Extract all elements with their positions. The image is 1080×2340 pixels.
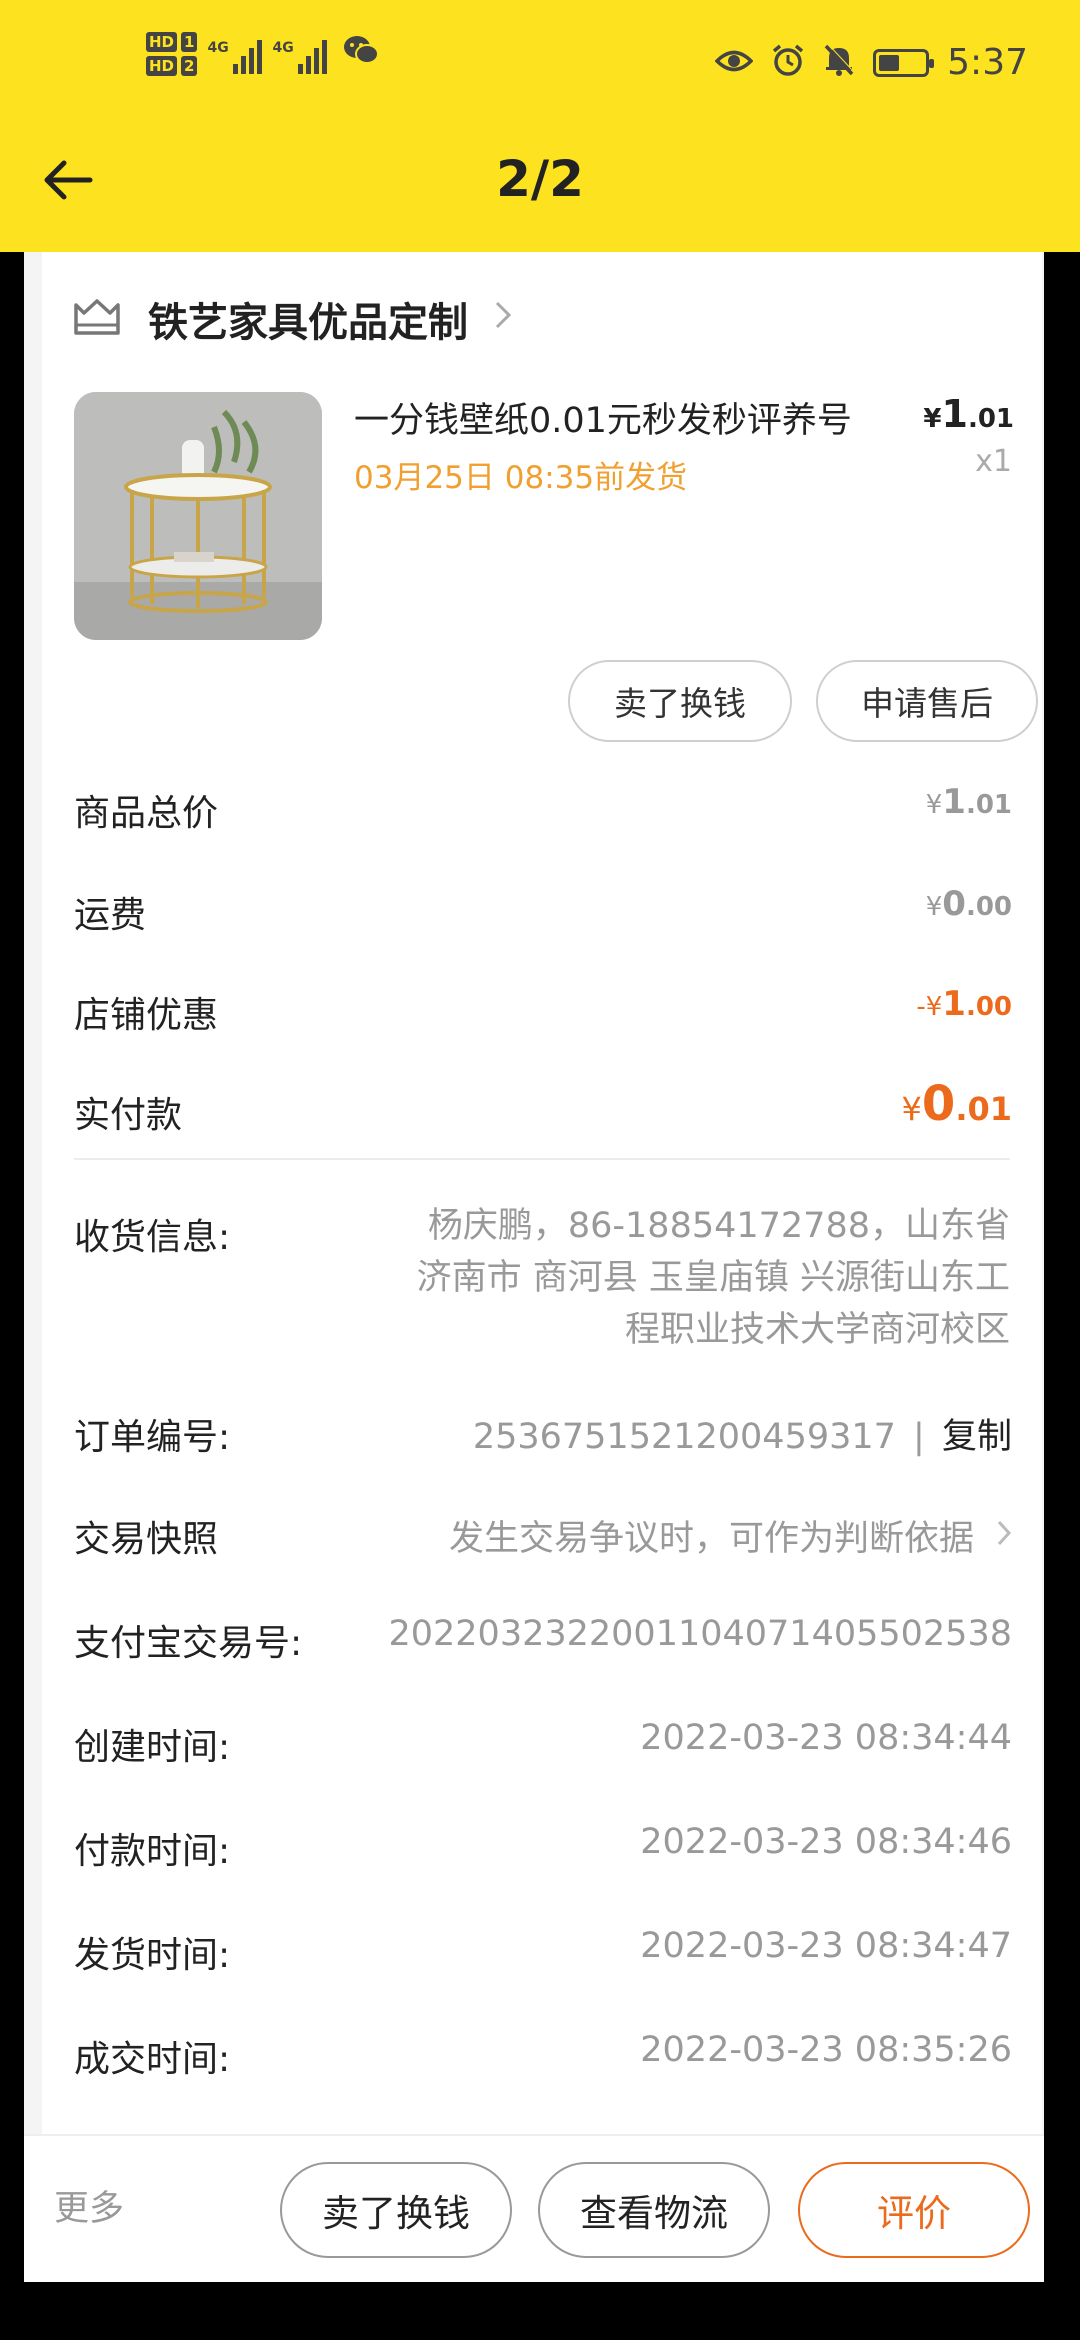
battery-level bbox=[879, 54, 900, 71]
currency-symbol: ¥ bbox=[923, 404, 942, 434]
paid-time-label: 付款时间: bbox=[74, 1831, 231, 1872]
ship-deadline: 03月25日 08:35前发货 bbox=[354, 460, 688, 496]
shop-icon bbox=[72, 297, 122, 341]
signal-icon: 4G bbox=[207, 34, 263, 74]
sim-number: 2 bbox=[181, 56, 198, 76]
price-decimal: .01 bbox=[965, 790, 1012, 820]
price-integer: 0 bbox=[942, 884, 966, 924]
closed-time: 2022-03-23 08:35:26 bbox=[640, 2030, 1012, 2070]
page-counter: 2/2 bbox=[496, 150, 584, 208]
eye-icon bbox=[714, 47, 754, 79]
hd-indicator-1: HD 1 bbox=[146, 32, 198, 52]
hd-indicators: HD 1 HD 2 bbox=[146, 32, 198, 76]
separator: | bbox=[913, 1417, 925, 1457]
copy-order-number-button[interactable]: 复制 bbox=[942, 1417, 1012, 1457]
trade-snapshot-label: 交易快照 bbox=[74, 1519, 219, 1560]
paid-time: 2022-03-23 08:34:46 bbox=[640, 1822, 1012, 1862]
shipping-value: ¥0.00 bbox=[926, 884, 1012, 924]
shipped-time: 2022-03-23 08:34:47 bbox=[640, 1926, 1012, 1966]
product-image[interactable] bbox=[74, 392, 322, 640]
after-sale-button[interactable]: 申请售后 bbox=[816, 660, 1038, 742]
currency-symbol: -¥ bbox=[916, 992, 943, 1022]
sell-for-cash-button[interactable]: 卖了换钱 bbox=[568, 660, 792, 742]
amount-paid-value: ¥0.01 bbox=[902, 1076, 1012, 1132]
mute-bell-icon bbox=[823, 43, 855, 82]
amount-paid-label: 实付款 bbox=[74, 1095, 183, 1136]
alipay-trade-number: 2022032322001104071405502538 bbox=[388, 1614, 1012, 1654]
shop-row[interactable]: 铁艺家具优品定制 bbox=[72, 290, 512, 348]
closed-time-label: 成交时间: bbox=[74, 2039, 231, 2080]
price-integer: 1 bbox=[941, 392, 968, 436]
review-button[interactable]: 评价 bbox=[798, 2162, 1030, 2258]
order-detail-card: 铁艺家具优品定制 一分钱壁纸0.01元秒发秒评养号 03月25日 08:35前发… bbox=[42, 252, 1042, 2282]
price-decimal: .01 bbox=[955, 1090, 1012, 1128]
store-discount-label: 店铺优惠 bbox=[74, 995, 219, 1036]
created-time-label: 创建时间: bbox=[74, 1727, 231, 1768]
status-bar: HD 1 HD 2 4G 4G 5:37 bbox=[0, 0, 1080, 130]
address-line: 杨庆鹏，86-18854172788，山东省 bbox=[427, 1206, 1010, 1246]
viewer-header: HD 1 HD 2 4G 4G 5:37 2/2 bbox=[0, 0, 1080, 252]
sim-number: 1 bbox=[181, 32, 198, 52]
currency-symbol: ¥ bbox=[925, 790, 943, 820]
more-button[interactable]: 更多 bbox=[54, 2180, 124, 2231]
price-integer: 0 bbox=[921, 1076, 956, 1132]
divider bbox=[74, 1158, 1010, 1160]
sell-for-cash-button[interactable]: 卖了换钱 bbox=[280, 2162, 512, 2258]
chevron-right-icon bbox=[996, 1516, 1012, 1556]
hd-indicator-2: HD 2 bbox=[146, 56, 198, 76]
order-number: 2536751521200459317 bbox=[472, 1417, 896, 1457]
network-type: 4G bbox=[272, 40, 294, 56]
price-decimal: .00 bbox=[965, 992, 1012, 1022]
quantity: x1 bbox=[975, 444, 1012, 479]
price-integer: 1 bbox=[942, 782, 966, 822]
currency-symbol: ¥ bbox=[925, 892, 943, 922]
price-decimal: .00 bbox=[965, 892, 1012, 922]
hd-label: HD bbox=[146, 56, 178, 76]
network-type: 4G bbox=[207, 40, 229, 56]
product-title[interactable]: 一分钱壁纸0.01元秒发秒评养号 bbox=[354, 392, 914, 443]
order-number-label: 订单编号: bbox=[74, 1417, 231, 1458]
shipping-address: 杨庆鹏，86-18854172788，山东省 济南市 商河县 玉皇庙镇 兴源街山… bbox=[350, 1200, 1010, 1356]
order-screenshot: 铁艺家具优品定制 一分钱壁纸0.01元秒发秒评养号 03月25日 08:35前发… bbox=[24, 252, 1044, 2282]
address-line: 济南市 商河县 玉皇庙镇 兴源街山东工 bbox=[416, 1258, 1010, 1298]
status-bar-right: 5:37 bbox=[714, 42, 1028, 83]
address-line: 程职业技术大学商河校区 bbox=[624, 1310, 1010, 1350]
chevron-right-icon bbox=[494, 299, 512, 339]
price-integer: 1 bbox=[942, 984, 966, 1024]
alipay-trade-label: 支付宝交易号: bbox=[74, 1623, 303, 1664]
items-total-label: 商品总价 bbox=[74, 793, 219, 834]
currency-symbol: ¥ bbox=[901, 1090, 922, 1128]
shipping-label: 运费 bbox=[74, 895, 147, 936]
price-decimal: .01 bbox=[967, 404, 1014, 434]
alarm-icon bbox=[771, 43, 805, 82]
items-total-value: ¥1.01 bbox=[926, 782, 1012, 822]
order-number-row: 2536751521200459317 | 复制 bbox=[473, 1408, 1012, 1459]
wechat-icon bbox=[343, 34, 380, 74]
unit-price: ¥1.01 bbox=[923, 392, 1014, 436]
trade-snapshot-link[interactable]: 发生交易争议时，可作为判断依据 bbox=[449, 1510, 1012, 1561]
bottom-action-bar: 更多 卖了换钱 查看物流 评价 bbox=[24, 2134, 1044, 2282]
signal-icon: 4G bbox=[272, 34, 328, 74]
hd-label: HD bbox=[146, 32, 178, 52]
status-bar-left: HD 1 HD 2 4G 4G bbox=[146, 32, 380, 76]
trade-snapshot-hint: 发生交易争议时，可作为判断依据 bbox=[448, 1519, 974, 1559]
store-discount-value: -¥1.00 bbox=[916, 984, 1012, 1024]
battery-icon bbox=[873, 48, 935, 77]
shop-name: 铁艺家具优品定制 bbox=[148, 300, 468, 346]
clock: 5:37 bbox=[947, 42, 1028, 83]
shipping-info-label: 收货信息: bbox=[74, 1217, 231, 1258]
created-time: 2022-03-23 08:34:44 bbox=[640, 1718, 1012, 1758]
view-logistics-button[interactable]: 查看物流 bbox=[538, 2162, 770, 2258]
shipped-time-label: 发货时间: bbox=[74, 1935, 231, 1976]
